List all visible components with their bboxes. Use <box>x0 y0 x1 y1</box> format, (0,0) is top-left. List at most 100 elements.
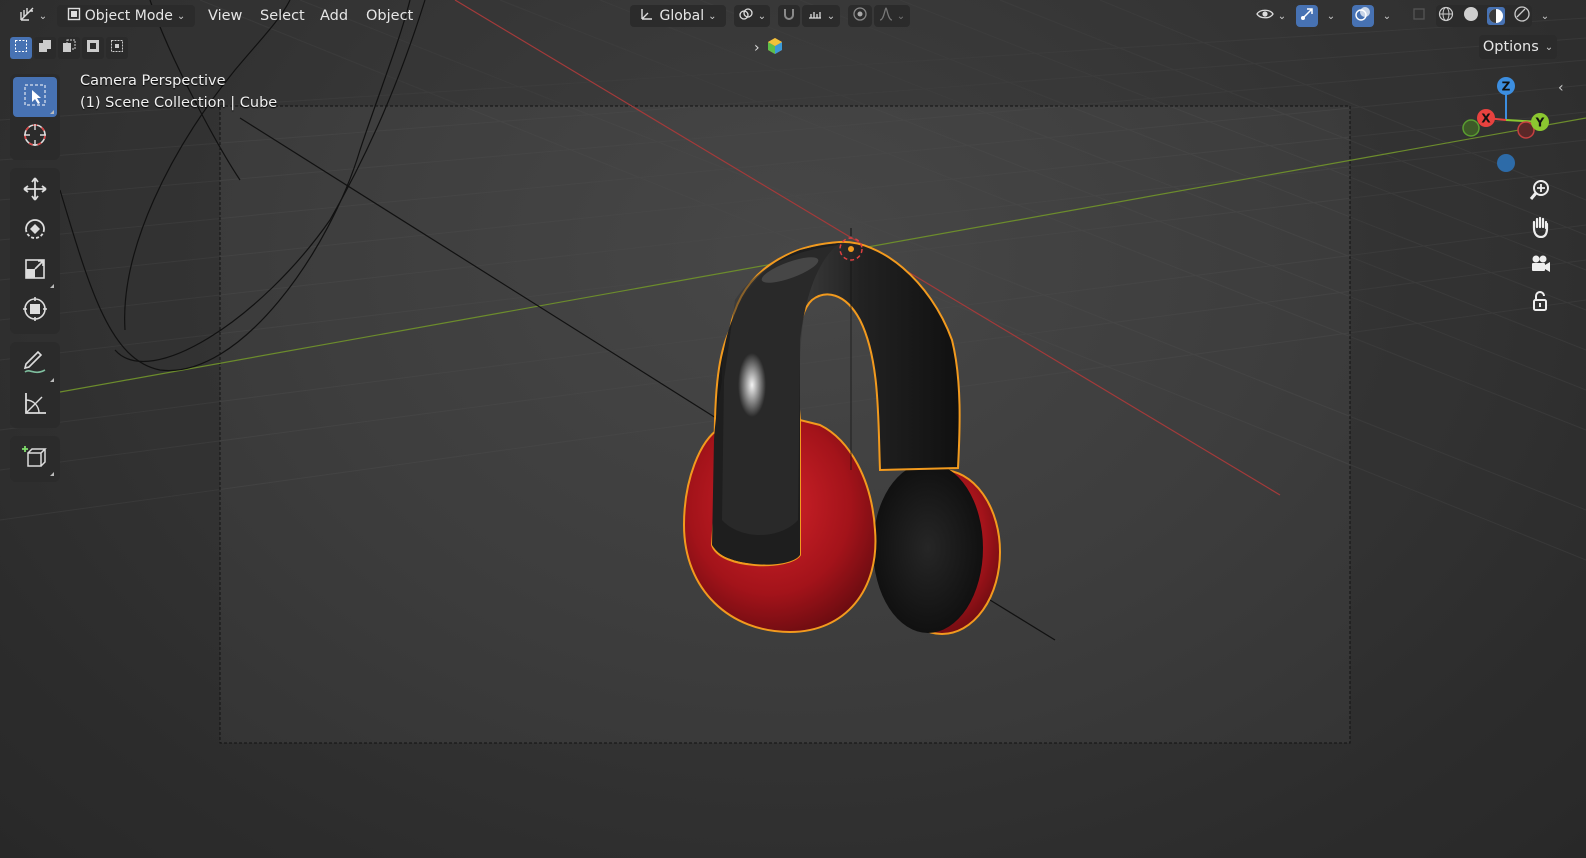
rotate-icon <box>22 216 48 246</box>
editor-type-button[interactable]: ⌄ <box>16 5 50 27</box>
menu-select[interactable]: Select <box>256 5 309 27</box>
chevron-down-icon: ⌄ <box>1540 10 1550 22</box>
tool-group-select <box>10 74 60 160</box>
gizmo-arrow-icon <box>1299 6 1315 26</box>
tool-scale[interactable] <box>13 251 57 291</box>
tool-group-annotate <box>10 342 60 428</box>
orientation-axes-icon <box>639 6 655 26</box>
object-mode-icon <box>67 7 81 25</box>
gizmo-neg-z[interactable] <box>1497 154 1515 172</box>
select-box-icon <box>22 82 48 112</box>
options-label: Options <box>1482 39 1539 55</box>
scene-canvas[interactable] <box>0 0 1586 858</box>
overlays-toggle[interactable] <box>1352 5 1374 27</box>
select-extend-button[interactable] <box>34 37 56 59</box>
tool-options-corner <box>50 378 54 382</box>
tool-select-box[interactable] <box>13 77 57 117</box>
select-mode-row <box>10 37 128 59</box>
tool-cursor[interactable] <box>13 117 57 157</box>
hand-icon <box>1529 216 1551 242</box>
tool-add-cube[interactable] <box>13 439 57 479</box>
tool-group-transform <box>10 168 60 334</box>
shading-modes <box>1436 5 1532 27</box>
zoom-magnifier-icon <box>1529 179 1551 205</box>
viewport-header: ⌄ Object Mode ⌄ View Select Add Object G… <box>0 0 1586 32</box>
options-button[interactable]: Options ⌄ <box>1479 35 1557 59</box>
select-subtract-icon <box>62 39 76 57</box>
select-invert-button[interactable] <box>82 37 104 59</box>
camera-view-button[interactable] <box>1524 250 1556 282</box>
axes-grid-icon <box>19 6 35 26</box>
tool-options-corner <box>50 110 54 114</box>
mode-label: Object Mode <box>84 8 173 24</box>
tool-rotate[interactable] <box>13 211 57 251</box>
tool-transform[interactable] <box>13 291 57 331</box>
headphones-model <box>682 228 1001 635</box>
add-cube-icon <box>22 444 48 474</box>
collection-breadcrumb[interactable]: › <box>754 37 784 59</box>
snap-target-dropdown[interactable]: ⌄ <box>802 5 840 27</box>
mode-selector[interactable]: Object Mode ⌄ <box>57 5 195 27</box>
gizmo-dropdown[interactable]: ⌄ <box>1320 5 1342 27</box>
pan-button[interactable] <box>1524 213 1556 245</box>
menu-add[interactable]: Add <box>316 5 352 27</box>
tool-move[interactable] <box>13 171 57 211</box>
select-new-button[interactable] <box>10 37 32 59</box>
chevron-down-icon: ⌄ <box>38 10 48 22</box>
tool-shelf <box>10 74 60 490</box>
orientation-label: Global <box>659 8 705 24</box>
pivot-point-dropdown[interactable]: ⌄ <box>734 5 770 27</box>
material-preview-icon[interactable] <box>1487 7 1506 25</box>
tool-options-corner <box>50 284 54 288</box>
menu-view[interactable]: View <box>204 5 246 27</box>
rendered-shading-icon[interactable] <box>1514 6 1530 26</box>
pivot-link-icon <box>738 6 754 26</box>
select-intersect-button[interactable] <box>106 37 128 59</box>
eye-icon <box>1256 7 1274 25</box>
chevron-down-icon: ⌄ <box>1277 10 1287 22</box>
unlock-icon <box>1529 290 1551 316</box>
lock-camera-button[interactable] <box>1524 287 1556 319</box>
transform-orientation-dropdown[interactable]: Global ⌄ <box>630 5 726 27</box>
snap-toggle[interactable] <box>778 5 800 27</box>
gizmo-toggle[interactable] <box>1296 5 1318 27</box>
solid-shading-icon[interactable] <box>1463 6 1479 26</box>
3d-viewport[interactable]: ⌄ Object Mode ⌄ View Select Add Object G… <box>0 0 1586 858</box>
shading-dropdown[interactable]: ⌄ <box>1534 5 1556 27</box>
menu-object[interactable]: Object <box>362 5 417 27</box>
falloff-dropdown[interactable]: ⌄ <box>874 5 910 27</box>
chevron-down-icon: ⌄ <box>896 10 906 22</box>
gizmo-x-label: X <box>1481 112 1491 126</box>
tool-annotate[interactable] <box>13 345 57 385</box>
proportional-edit-toggle[interactable] <box>848 5 872 27</box>
select-invert-icon <box>86 39 100 57</box>
visibility-dropdown[interactable]: ⌄ <box>1252 5 1290 27</box>
chevron-down-icon: ⌄ <box>757 10 767 22</box>
wireframe-shading-icon[interactable] <box>1438 6 1454 26</box>
transform-icon <box>22 296 48 326</box>
scale-icon <box>22 256 48 286</box>
select-intersect-icon <box>110 39 124 57</box>
magnet-icon <box>781 6 797 26</box>
select-subtract-button[interactable] <box>58 37 80 59</box>
annotate-icon <box>22 350 48 380</box>
zoom-button[interactable] <box>1524 176 1556 208</box>
navigation-gizmo[interactable]: Z X Y <box>1456 72 1560 180</box>
sidebar-toggle-chevron-icon[interactable]: ‹ <box>1558 80 1564 96</box>
overlays-icon <box>1355 6 1371 26</box>
tool-measure[interactable] <box>13 385 57 425</box>
chevron-right-icon: › <box>754 40 760 56</box>
select-new-icon <box>14 39 28 57</box>
chevron-down-icon: ⌄ <box>826 10 836 22</box>
snap-increment-icon <box>807 6 823 26</box>
chevron-down-icon: ⌄ <box>1382 10 1392 22</box>
gizmo-neg-y[interactable] <box>1462 119 1480 137</box>
chevron-down-icon: ⌄ <box>708 10 717 22</box>
view-name: Camera Perspective <box>80 73 226 89</box>
gizmo-y-label: Y <box>1535 116 1545 130</box>
gizmo-z-label: Z <box>1502 80 1511 94</box>
move-icon <box>22 176 48 206</box>
collection-color-icon <box>766 37 784 59</box>
xray-toggle[interactable] <box>1408 5 1430 27</box>
overlays-dropdown[interactable]: ⌄ <box>1376 5 1398 27</box>
